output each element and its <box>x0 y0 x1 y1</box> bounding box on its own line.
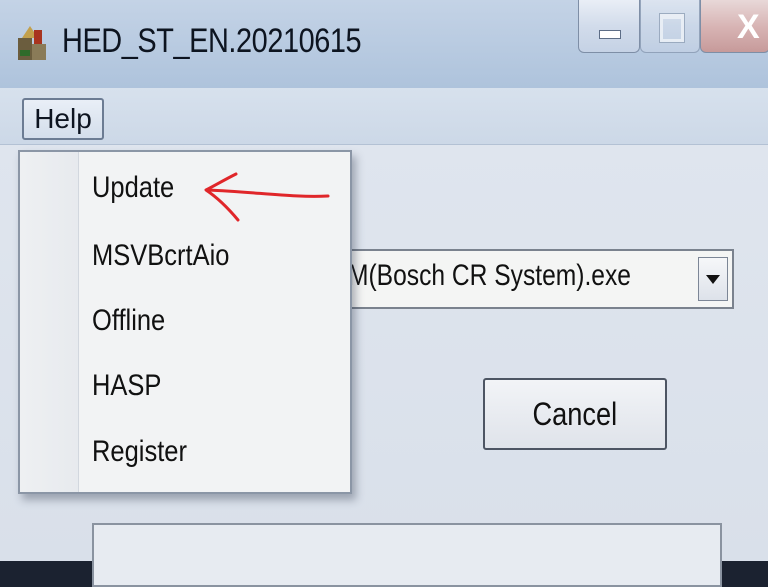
app-window: HED_ST_EN.20210615 X Help M(Bosch CR Sys… <box>0 0 768 587</box>
close-button[interactable]: X <box>700 0 768 53</box>
cancel-button-label: Cancel <box>532 396 618 432</box>
menu-item-offline[interactable]: Offline <box>92 293 332 349</box>
app-icon <box>18 26 46 60</box>
annotation-arrow-icon <box>204 172 330 222</box>
chevron-down-icon[interactable] <box>698 257 728 301</box>
menu-help[interactable]: Help <box>22 98 104 140</box>
output-field[interactable] <box>92 523 722 587</box>
annotation-arrow-shaft <box>206 188 330 198</box>
menu-item-label: HASP <box>92 369 162 402</box>
menu-item-register[interactable]: Register <box>92 424 332 480</box>
close-icon: X <box>737 8 760 46</box>
window-title: HED_ST_EN.20210615 <box>62 22 362 60</box>
menu-bar: Help <box>0 88 768 145</box>
annotation-arrow-head <box>204 172 240 222</box>
program-select[interactable]: M(Bosch CR System).exe <box>300 249 734 309</box>
maximize-icon <box>659 13 685 43</box>
menu-icon-gutter <box>20 152 79 492</box>
title-bar[interactable]: HED_ST_EN.20210615 X <box>0 0 768 88</box>
menu-item-label: Update <box>92 171 175 204</box>
maximize-button[interactable] <box>640 0 700 53</box>
program-select-value: M(Bosch CR System).exe <box>348 259 631 292</box>
menu-item-hasp[interactable]: HASP <box>92 358 332 414</box>
minimize-button[interactable] <box>578 0 640 53</box>
menu-item-msvbcrtaio[interactable]: MSVBcrtAio <box>92 228 332 284</box>
menu-item-label: Register <box>92 435 187 468</box>
cancel-button[interactable]: Cancel <box>483 378 667 450</box>
menu-item-label: Offline <box>92 304 166 337</box>
minimize-icon <box>599 30 621 39</box>
menu-item-label: MSVBcrtAio <box>92 239 230 272</box>
